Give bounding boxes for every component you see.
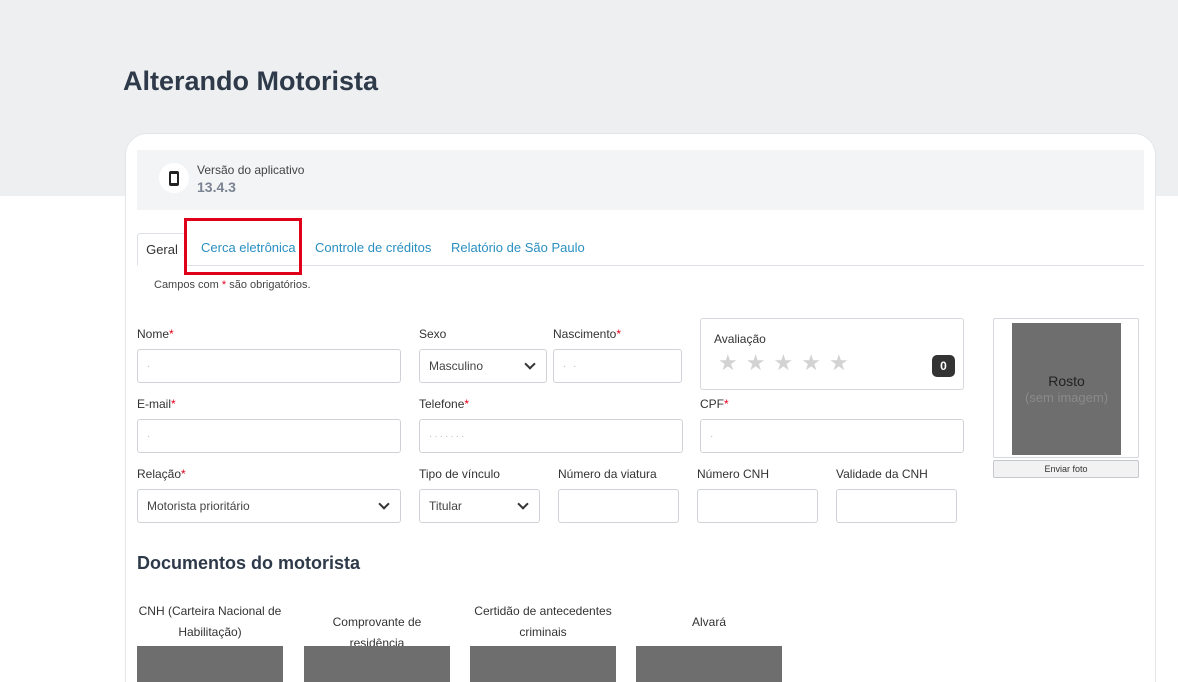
- chevron-down-icon: [517, 498, 529, 510]
- tipo-vinculo-value: Titular: [429, 499, 462, 513]
- required-note-prefix: Campos com: [154, 279, 222, 291]
- email-label-text: E-mail: [137, 397, 172, 411]
- doc-thumb-comprovante[interactable]: [304, 646, 450, 682]
- cpf-label-text: CPF: [700, 397, 724, 411]
- page-title: Alterando Motorista: [123, 66, 379, 96]
- telefone-label-text: Telefone: [419, 397, 465, 411]
- cpf-input[interactable]: ·: [700, 419, 964, 453]
- email-input[interactable]: ·: [137, 419, 401, 453]
- relacao-required-mark: *: [181, 467, 186, 481]
- star-icon[interactable]: ★: [829, 352, 849, 374]
- rating-panel: Avaliação ★ ★ ★ ★ ★ 0: [700, 318, 964, 390]
- tipo-vinculo-label: Tipo de vínculo: [419, 467, 500, 481]
- star-icon[interactable]: ★: [773, 352, 793, 374]
- send-photo-button[interactable]: Enviar foto: [993, 460, 1139, 478]
- nome-required-mark: *: [169, 327, 174, 341]
- doc-label-alvara: Alvará: [691, 615, 726, 629]
- rating-stars: ★ ★ ★ ★ ★: [718, 352, 849, 374]
- nome-input[interactable]: ·: [137, 349, 401, 383]
- chevron-down-icon: [524, 358, 536, 370]
- face-photo-frame: Rosto (sem imagem): [993, 318, 1139, 458]
- documents-section-title: Documentos do motorista: [137, 553, 361, 573]
- cpf-label: CPF*: [700, 397, 729, 411]
- numero-viatura-input[interactable]: [558, 489, 679, 523]
- telefone-required-mark: *: [464, 397, 470, 411]
- face-photo-subtitle: (sem imagem): [1024, 390, 1109, 405]
- telefone-input[interactable]: ·······: [419, 419, 683, 453]
- chevron-down-icon: [378, 498, 390, 510]
- cpf-value: ·: [710, 430, 716, 442]
- tipo-vinculo-select[interactable]: Titular: [419, 489, 540, 523]
- sexo-value: Masculino: [429, 359, 484, 373]
- nome-label: Nome*: [137, 327, 174, 341]
- face-photo-placeholder: Rosto (sem imagem): [1012, 323, 1121, 455]
- star-icon[interactable]: ★: [718, 352, 738, 374]
- doc-thumb-cnh[interactable]: [137, 646, 283, 682]
- doc-label-cnh: CNH (Carteira Nacional de Habilitação): [138, 604, 282, 639]
- star-icon[interactable]: ★: [801, 352, 821, 374]
- app-version-panel: [137, 150, 1144, 210]
- email-label: E-mail*: [137, 397, 176, 411]
- email-required-mark: *: [171, 397, 176, 411]
- numero-viatura-label: Número da viatura: [558, 467, 657, 481]
- sexo-select[interactable]: Masculino: [419, 349, 547, 383]
- relacao-select[interactable]: Motorista prioritário: [137, 489, 401, 523]
- nascimento-required-mark: *: [616, 327, 622, 341]
- relacao-value: Motorista prioritário: [147, 499, 250, 513]
- relacao-label: Relação*: [137, 467, 186, 481]
- required-note-suffix: são obrigatórios.: [226, 279, 311, 291]
- phone-icon: [159, 163, 189, 193]
- numero-cnh-input[interactable]: [697, 489, 818, 523]
- tabs-divider: [137, 265, 1144, 266]
- tab-controle-de-creditos[interactable]: Controle de créditos: [315, 240, 431, 255]
- doc-thumb-certidao[interactable]: [470, 646, 616, 682]
- tab-relatorio-sao-paulo[interactable]: Relatório de São Paulo: [451, 240, 585, 255]
- app-version-label: Versão do aplicativo: [197, 163, 305, 177]
- numero-cnh-label: Número CNH: [697, 467, 770, 481]
- telefone-label: Telefone*: [419, 397, 469, 411]
- cpf-required-mark: *: [724, 397, 729, 411]
- doc-label-certidao: Certidão de antecedentes criminais: [474, 604, 612, 639]
- app-version-value: 13.4.3: [197, 179, 236, 195]
- relacao-label-text: Relação: [137, 467, 182, 481]
- email-value: ·: [147, 430, 153, 442]
- face-photo-title: Rosto: [1048, 373, 1085, 389]
- rating-count-badge: 0: [932, 355, 955, 377]
- nome-label-text: Nome: [137, 327, 170, 341]
- nascimento-input[interactable]: · ·: [553, 349, 682, 383]
- validade-cnh-input[interactable]: [836, 489, 957, 523]
- validade-cnh-label: Validade da CNH: [836, 467, 928, 481]
- nascimento-label-text: Nascimento: [553, 327, 617, 341]
- rating-label: Avaliação: [714, 332, 766, 346]
- nascimento-value: · ·: [563, 360, 579, 372]
- nome-value: ·: [147, 360, 153, 372]
- sexo-label: Sexo: [419, 327, 447, 341]
- telefone-value: ·······: [429, 430, 467, 442]
- tab-cerca-eletronica[interactable]: Cerca eletrônica: [201, 240, 296, 255]
- doc-thumb-alvara[interactable]: [636, 646, 782, 682]
- nascimento-label: Nascimento*: [553, 327, 621, 341]
- tab-geral[interactable]: Geral: [137, 233, 187, 266]
- required-fields-note: Campos com * são obrigatórios.: [154, 279, 311, 291]
- star-icon[interactable]: ★: [746, 352, 766, 374]
